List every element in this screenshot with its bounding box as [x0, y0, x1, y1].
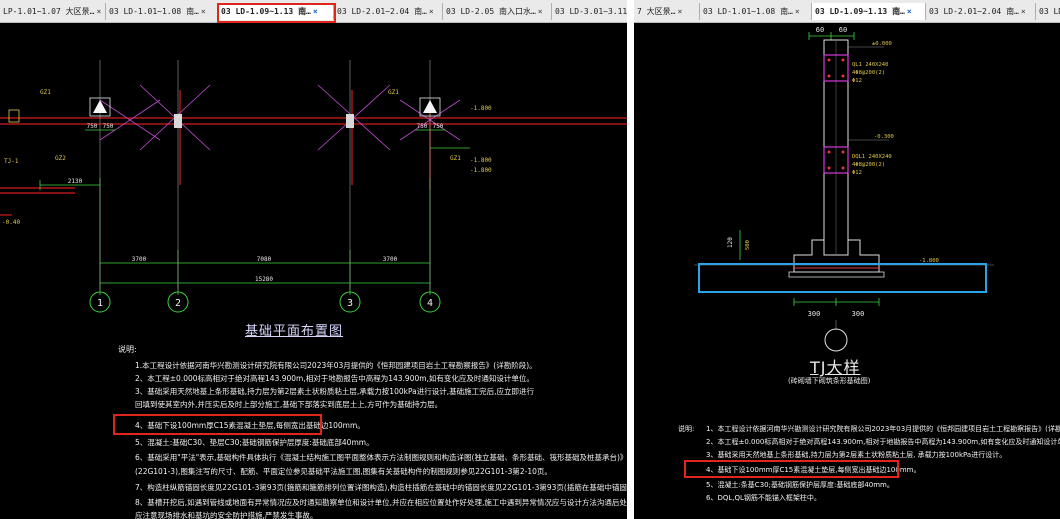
note-highlight-box [113, 414, 322, 435]
svg-text:750: 750 [87, 123, 98, 130]
axis-bubbles [89, 291, 441, 313]
dimension-lines [39, 129, 470, 295]
svg-text:3700: 3700 [132, 256, 147, 263]
svg-text:DQL1 240X240: DQL1 240X240 [852, 154, 892, 160]
svg-text:2130: 2130 [68, 178, 83, 185]
svg-text:-1.800: -1.800 [470, 167, 492, 174]
footing-highlight-box [698, 263, 987, 293]
svg-text:750: 750 [103, 123, 114, 130]
dimension-texts: 3700 7080 3700 15280 2130 750 750 750 75… [68, 123, 444, 283]
note-line: 回填到使其室内外,并压实后及时上部分施工,基础下部落实到底层土上,方可作为基础持… [135, 400, 443, 409]
svg-text:Φ12: Φ12 [852, 170, 862, 176]
note-line: 8、基槽开挖后,如遇到管线或地面有异常情况应及时通知勘察单位和设计单位,并应在相… [135, 498, 627, 507]
svg-text:4Φ8@200(2): 4Φ8@200(2) [852, 162, 885, 168]
right-cad-viewer[interactable]: 7 大区景… × 03 LD-1.01~1.08 南… × 03 LD-1.09~1… [634, 0, 1060, 519]
detail-title: TJ大样 [810, 358, 861, 377]
svg-text:750: 750 [433, 123, 444, 130]
svg-text:GZ1: GZ1 [450, 155, 461, 162]
svg-text:TJ-1: TJ-1 [4, 158, 19, 165]
svg-text:60: 60 [816, 26, 824, 34]
svg-text:300: 300 [852, 310, 865, 318]
svg-text:500: 500 [745, 240, 751, 250]
svg-text:QL1 240X240: QL1 240X240 [852, 62, 888, 68]
axis-label-1: 1 [97, 298, 103, 309]
svg-text:GZ1: GZ1 [40, 89, 51, 96]
annotation-texts: ±0.000 -0.300 -1.800 QL1 240X240 4Φ8@200… [852, 41, 939, 264]
note-line: 6、基础采用"平法"表示,基础构件具体执行《混凝土结构施工图平面整体表示方法制图… [135, 453, 627, 462]
svg-text:-1.800: -1.800 [470, 157, 492, 164]
note-line: 7、构造柱纵筋锚固长度见22G101-3第93页(箍筋和箍筋排列位置详图构造),… [135, 483, 627, 492]
svg-text:-0.40: -0.40 [2, 219, 20, 226]
wall-lines [0, 90, 627, 216]
note-line: 3、基础采用天然地基上条形基础,持力层为第2层素土状粉质粘土层,承载力按100k… [135, 387, 535, 396]
note-line: 1、本工程设计依据河南华兴勘测设计研究院有限公司2023年03月提供的《恒邦园建… [706, 425, 1060, 433]
note-line: 6、DQL,QL钢筋不能锚入框架柱中。 [706, 494, 821, 502]
note-line: 5、混凝土:基础C30、垫层C30;基础钢筋保护层厚度:基础底部40mm。 [135, 438, 374, 447]
svg-text:3700: 3700 [383, 256, 398, 263]
svg-text:4Φ8@200(2): 4Φ8@200(2) [852, 70, 885, 76]
detail-bubble [824, 328, 848, 352]
svg-text:7080: 7080 [257, 256, 272, 263]
svg-text:-1.800: -1.800 [470, 105, 492, 112]
svg-text:750: 750 [417, 123, 428, 130]
detail-subtitle: (砖砌墙下砌筑条形基础图) [788, 377, 871, 385]
svg-text:Φ12: Φ12 [852, 78, 862, 84]
notes-heading: 说明: [678, 425, 695, 433]
svg-text:GZ2: GZ2 [55, 155, 66, 162]
note-line: 2、本工程±0.000标高相对于绝对高程143.900m,相对于地勘报告中高程为… [706, 438, 1060, 446]
notes-heading: 说明: [118, 345, 137, 354]
annotation-texts: -0.40 TJ-1 GZ1 GZ2 GZ1 GZ1 -1.800 -1.800… [2, 89, 492, 226]
axis-labels: 1 2 3 4 [97, 298, 433, 309]
svg-text:-0.300: -0.300 [874, 134, 894, 140]
note-line: 1.本工程设计依据河南华兴勘测设计研究院有限公司2023年03月提供的《恒邦园建… [135, 361, 537, 370]
svg-text:300: 300 [808, 310, 821, 318]
svg-text:GZ1: GZ1 [388, 89, 399, 96]
svg-text:60: 60 [839, 26, 847, 34]
svg-text:±0.000: ±0.000 [872, 41, 892, 47]
drawing-title: 基础平面布置图 [245, 324, 344, 339]
svg-text:120: 120 [727, 237, 734, 248]
axis-label-3: 3 [347, 298, 353, 309]
axis-label-4: 4 [427, 298, 433, 309]
note-line: 2、本工程±0.000标高相对于绝对高程143.900m,相对于地勘报告中高程为… [135, 374, 534, 383]
svg-text:15280: 15280 [255, 276, 273, 283]
note-highlight-box [684, 460, 899, 478]
note-line: 应注意现场排水和基坑的安全防护措施,严禁发生事故。 [135, 511, 318, 519]
note-line: 5、混凝土:条基C30;基础钢筋保护层厚度:基础底部40mm。 [706, 481, 894, 489]
axis-label-2: 2 [175, 298, 181, 309]
note-line: (22G101-3),图集注写的尺寸、配筋、平面定位参见基础平法施工图,图集有关… [135, 467, 552, 476]
left-cad-viewer[interactable]: LP-1.01~1.07 大区景… × 03 LD-1.01~1.08 南… × 0… [0, 0, 627, 519]
note-line: 3、基础采用天然地基上条形基础,持力层为第2层素土状粉质粘土层, 承载力按100… [706, 451, 1007, 459]
